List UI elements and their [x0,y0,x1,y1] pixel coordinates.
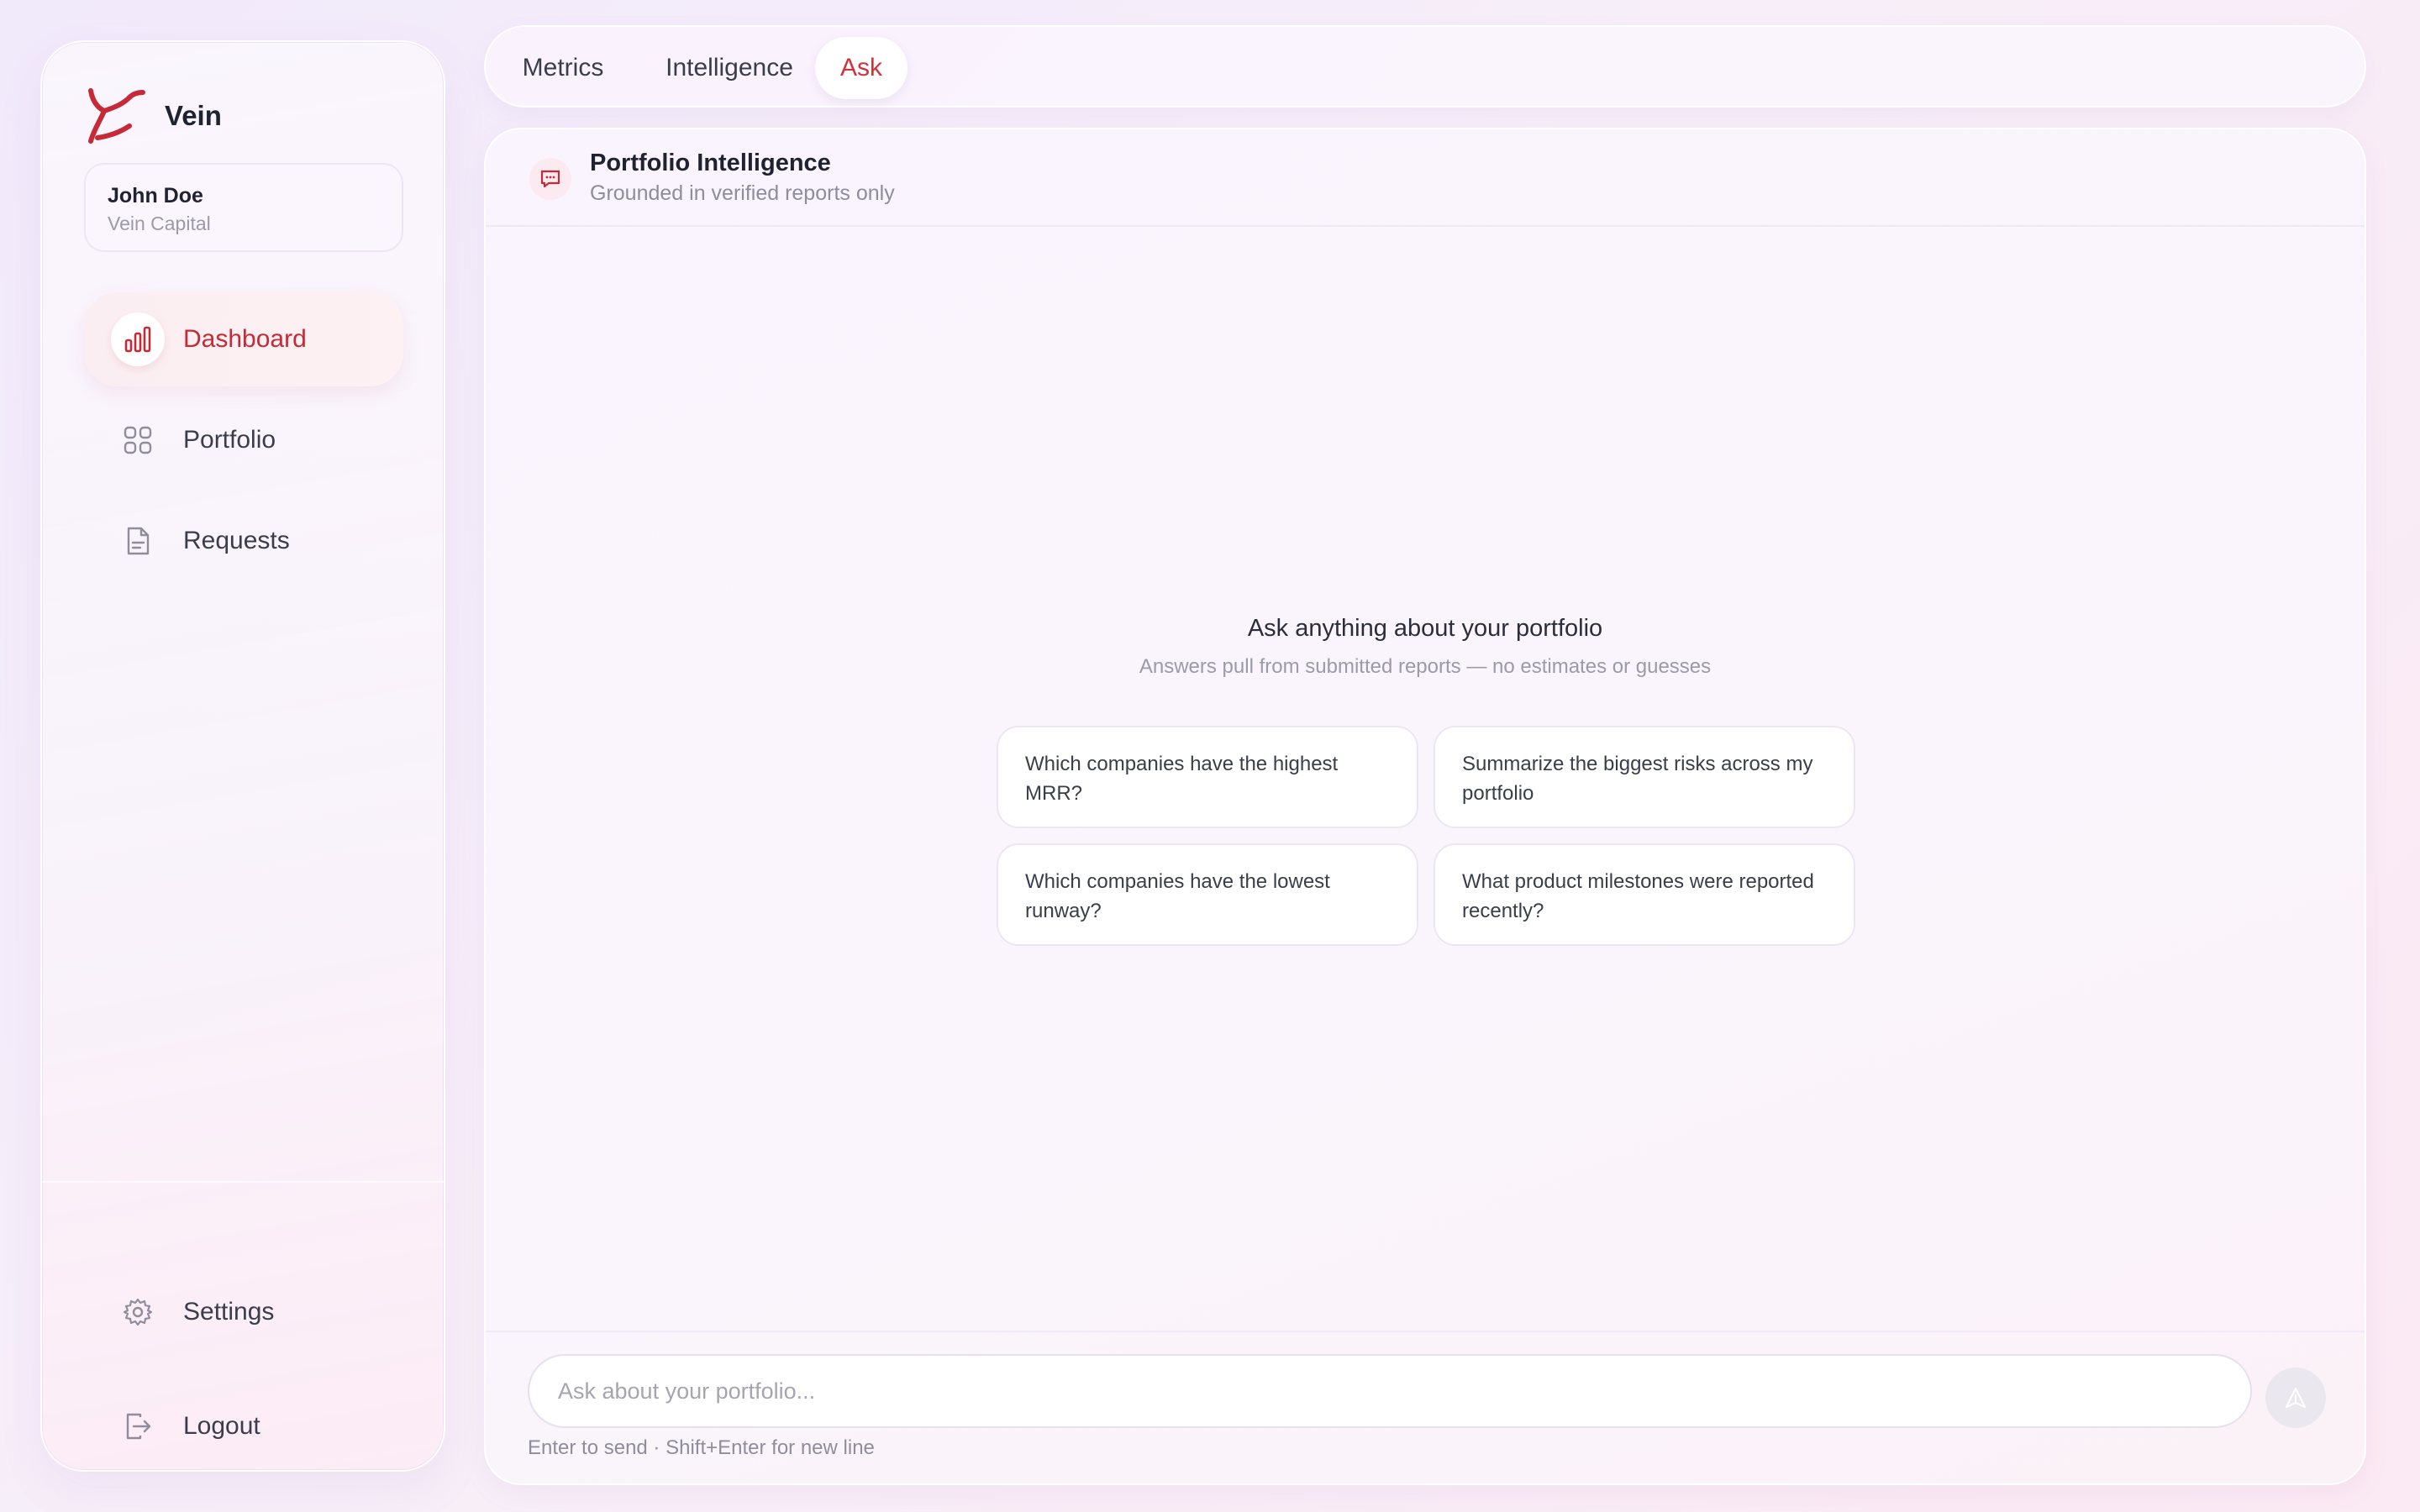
suggestion-chip[interactable]: Which companies have the highest MRR? [997,726,1418,828]
vein-logo-icon [88,88,145,144]
logout-button[interactable]: Logout [84,1379,403,1473]
sidebar-divider [42,1181,444,1183]
empty-state-title: Ask anything about your portfolio [1247,615,1603,642]
tab-intelligence[interactable]: Intelligence [630,37,829,99]
brand-name: Vein [165,100,222,131]
send-button[interactable] [2265,1368,2326,1428]
bar-chart-icon [111,312,165,366]
sidebar-item-label: Portfolio [183,426,276,454]
panel-title: Portfolio Intelligence [590,150,831,176]
gear-icon [111,1285,165,1339]
logout-icon [111,1399,165,1453]
user-name: John Doe [108,184,203,207]
logout-label: Logout [183,1412,260,1440]
tab-ask[interactable]: Ask [815,37,908,99]
tab-metrics[interactable]: Metrics [504,37,622,99]
panel-subtitle: Grounded in verified reports only [590,181,895,205]
top-tab-bar: Metrics Intelligence Ask [484,25,2366,108]
settings-button[interactable]: Settings [84,1265,403,1359]
document-icon [111,514,165,568]
suggestion-chip[interactable]: Summarize the biggest risks across my po… [1434,726,1855,828]
sidebar-item-dashboard[interactable]: Dashboard [84,292,403,386]
grid-icon [111,413,165,467]
chat-input[interactable] [528,1354,2252,1428]
composer-divider [486,1331,2365,1332]
suggestion-chip[interactable]: What product milestones were reported re… [1434,843,1855,946]
user-organization: Vein Capital [108,213,211,234]
settings-label: Settings [183,1298,275,1326]
panel-header: Portfolio Intelligence Grounded in verif… [486,129,2365,227]
sidebar-item-requests[interactable]: Requests [84,494,403,588]
sidebar: Vein John Doe Vein Capital Dashboard Por… [40,40,445,1472]
suggestion-chip[interactable]: Which companies have the lowest runway? [997,843,1418,946]
brand[interactable]: Vein [86,86,222,146]
sidebar-item-label: Dashboard [183,325,307,353]
chat-panel: Portfolio Intelligence Grounded in verif… [484,128,2366,1485]
user-card[interactable]: John Doe Vein Capital [84,163,403,252]
chat-bubble-icon [529,158,571,200]
empty-state-subtitle: Answers pull from submitted reports — no… [1139,655,1712,678]
sidebar-item-label: Requests [183,527,290,554]
composer-hint: Enter to send · Shift+Enter for new line [528,1436,875,1459]
sidebar-item-portfolio[interactable]: Portfolio [84,393,403,487]
send-icon [2285,1387,2307,1409]
